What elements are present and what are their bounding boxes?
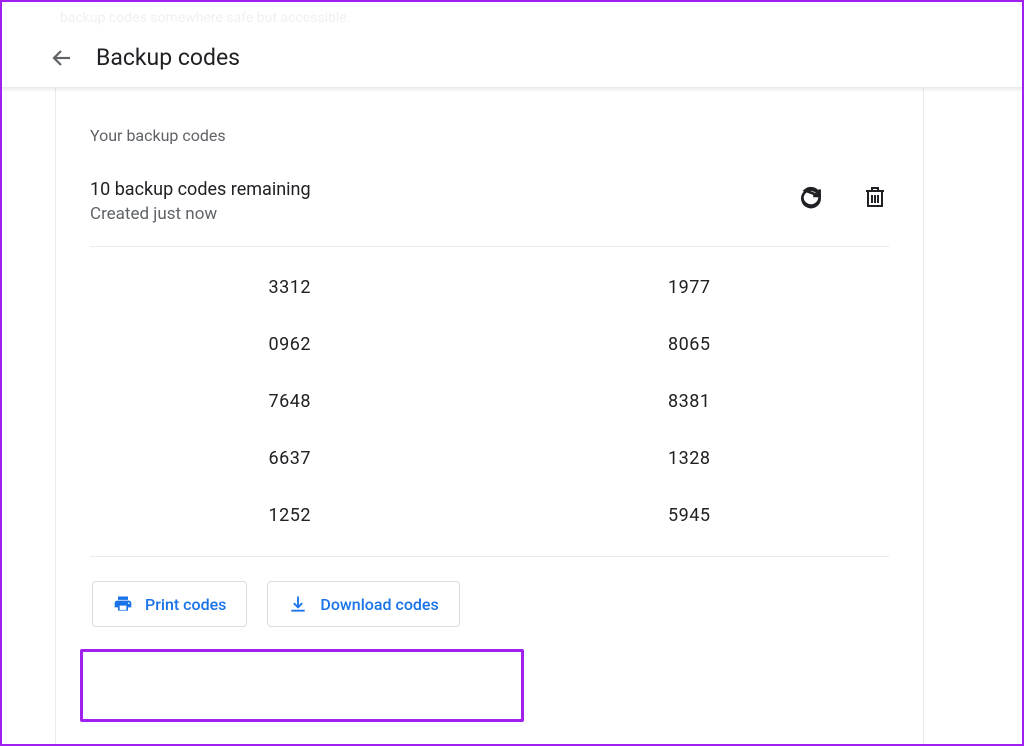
backup-codes-card: Your backup codes 10 backup codes remain… (55, 88, 924, 746)
back-arrow-icon[interactable] (50, 46, 74, 70)
backup-code: 5945 (668, 505, 710, 526)
page-header: Backup codes (0, 28, 1024, 88)
backup-code: 6637 (269, 448, 311, 469)
download-icon (288, 594, 308, 614)
print-button-label: Print codes (145, 595, 226, 614)
refresh-icon[interactable] (797, 183, 825, 211)
codes-grid: 3312 1977 0962 8065 7648 8381 6637 1328 … (90, 247, 889, 556)
print-codes-button[interactable]: Print codes (92, 581, 247, 627)
backup-code: 8381 (668, 391, 710, 412)
backup-code: 3312 (269, 277, 311, 298)
codes-remaining-text: 10 backup codes remaining (90, 179, 311, 200)
section-label: Your backup codes (90, 126, 889, 145)
page-title: Backup codes (96, 44, 240, 71)
backup-code: 1328 (668, 448, 710, 469)
backup-code: 7648 (269, 391, 311, 412)
download-codes-button[interactable]: Download codes (267, 581, 459, 627)
divider (90, 556, 889, 557)
backup-code: 8065 (668, 334, 710, 355)
created-time-text: Created just now (90, 204, 311, 224)
print-icon (113, 594, 133, 614)
delete-icon[interactable] (861, 183, 889, 211)
backup-code: 1252 (269, 505, 311, 526)
download-button-label: Download codes (320, 595, 438, 614)
button-row: Print codes Download codes (90, 579, 889, 629)
backup-code: 1977 (668, 277, 710, 298)
faded-background-text: backup codes somewhere safe but accessib… (60, 10, 350, 26)
backup-code: 0962 (269, 334, 311, 355)
